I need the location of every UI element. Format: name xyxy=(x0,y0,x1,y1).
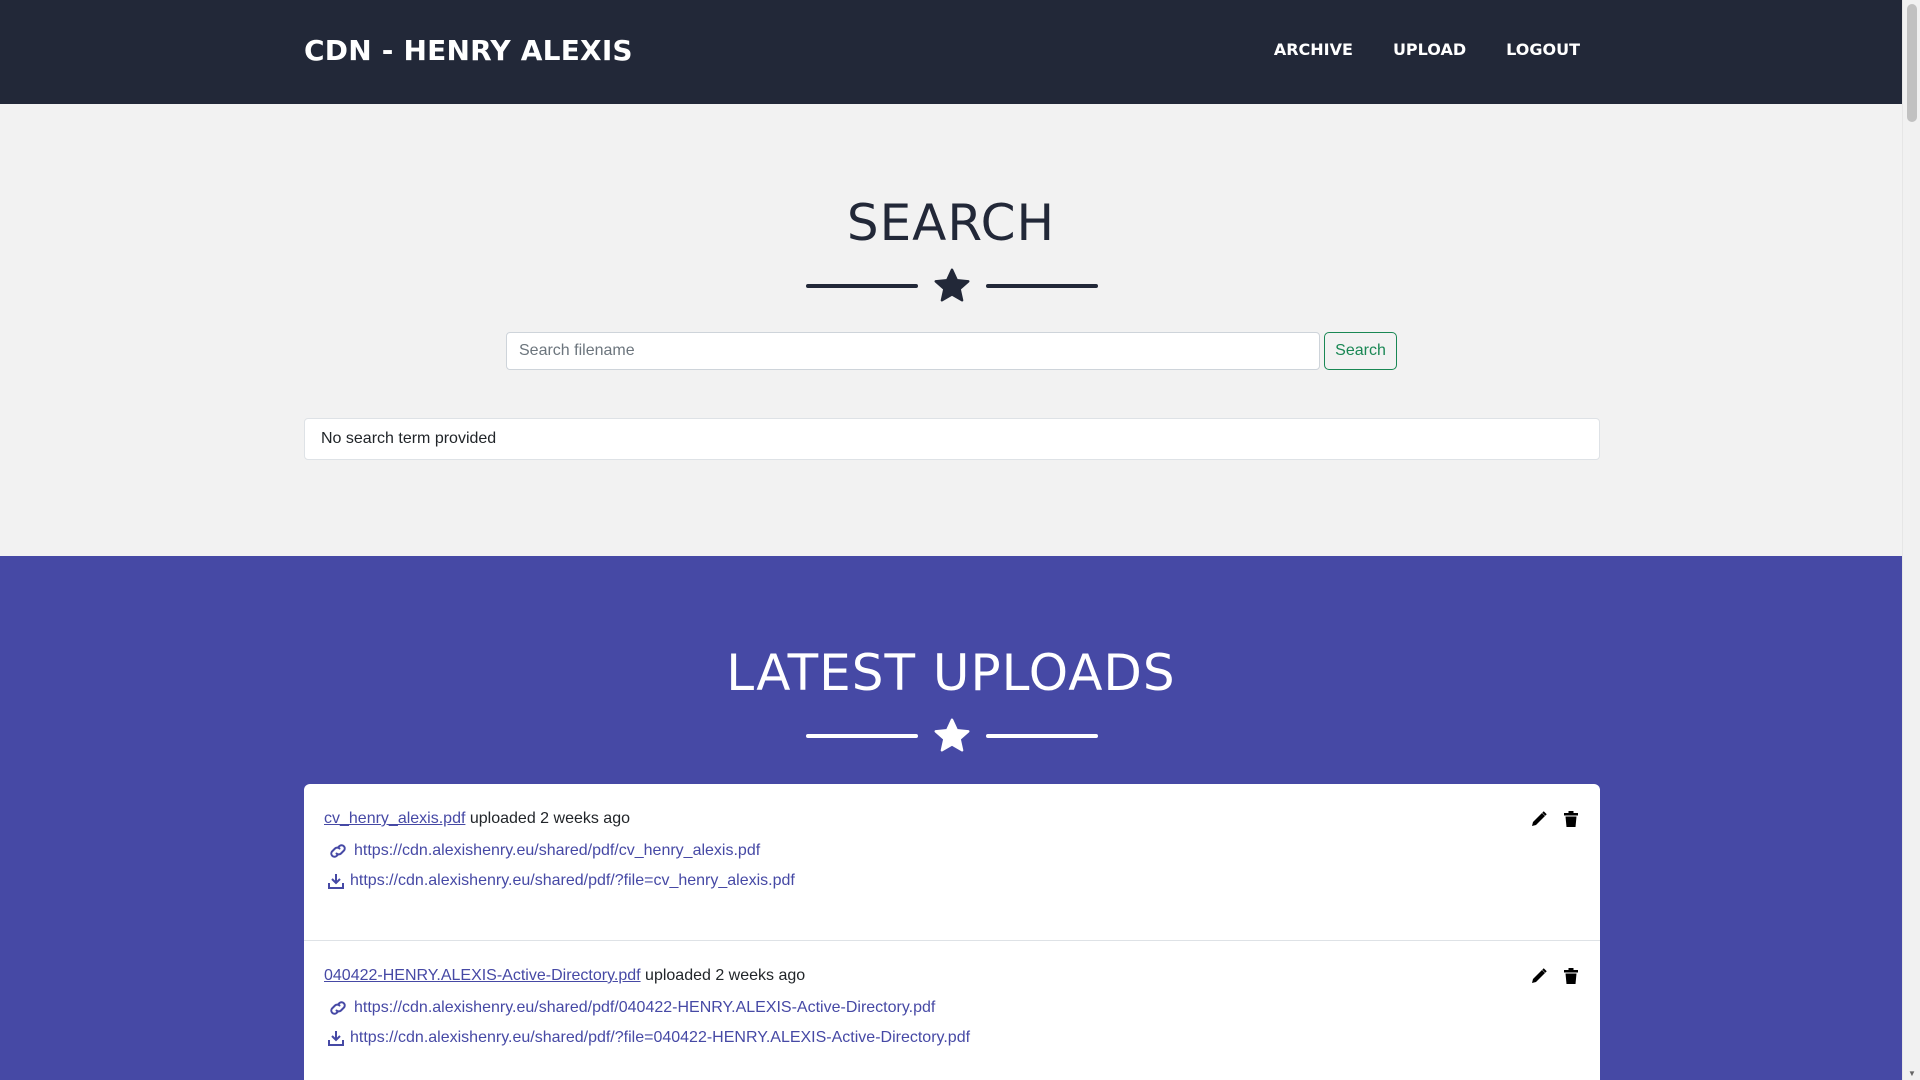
edit-icon[interactable] xyxy=(1530,967,1548,985)
nav-link-upload[interactable]: UPLOAD xyxy=(1393,40,1466,59)
divider-line-left xyxy=(806,284,918,288)
uploads-section: LATEST UPLOADS cv_henry_alexis.pdf uploa… xyxy=(0,556,1902,1080)
site-brand[interactable]: CDN - HENRY ALEXIS xyxy=(304,34,633,67)
share-link-row: https://cdn.alexishenry.eu/shared/pdf/cv… xyxy=(328,842,1580,860)
uploads-divider xyxy=(806,716,1098,756)
uploads-title: LATEST UPLOADS xyxy=(726,644,1176,702)
upload-time: uploaded 2 weeks ago xyxy=(469,810,630,827)
divider-line-right xyxy=(986,284,1098,288)
edit-icon[interactable] xyxy=(1530,810,1548,828)
star-icon xyxy=(934,718,970,752)
download-link-row: https://cdn.alexishenry.eu/shared/pdf/?f… xyxy=(328,872,1580,890)
nav-link-logout[interactable]: LOGOUT xyxy=(1506,40,1580,59)
search-result-message: No search term provided xyxy=(304,418,1600,460)
link-icon xyxy=(330,1001,346,1015)
file-name-link[interactable]: cv_henry_alexis.pdf xyxy=(324,810,465,827)
uploads-list: cv_henry_alexis.pdf uploaded 2 weeks ago… xyxy=(304,784,1600,1080)
trash-icon[interactable] xyxy=(1562,810,1580,828)
file-name-link[interactable]: 040422-HENRY.ALEXIS-Active-Directory.pdf xyxy=(324,967,641,984)
search-button[interactable]: Search xyxy=(1324,332,1397,370)
download-link-row: https://cdn.alexishenry.eu/shared/pdf/?f… xyxy=(328,1029,1580,1047)
download-icon xyxy=(328,874,344,889)
upload-header: cv_henry_alexis.pdf uploaded 2 weeks ago xyxy=(324,810,1580,828)
search-title: SEARCH xyxy=(846,194,1056,252)
divider-line-left xyxy=(806,734,918,738)
search-form: Search xyxy=(506,332,1397,370)
share-url-link[interactable]: https://cdn.alexishenry.eu/shared/pdf/cv… xyxy=(354,842,760,860)
download-url-link[interactable]: https://cdn.alexishenry.eu/shared/pdf/?f… xyxy=(350,872,795,890)
share-url-link[interactable]: https://cdn.alexishenry.eu/shared/pdf/04… xyxy=(354,999,935,1017)
nav-link-archive[interactable]: ARCHIVE xyxy=(1274,40,1353,59)
navbar: CDN - HENRY ALEXIS ARCHIVE UPLOAD LOGOUT xyxy=(0,0,1902,104)
nav-links: ARCHIVE UPLOAD LOGOUT xyxy=(1274,40,1580,59)
link-icon xyxy=(330,844,346,858)
upload-actions xyxy=(1530,810,1580,828)
share-link-row: https://cdn.alexishenry.eu/shared/pdf/04… xyxy=(328,999,1580,1017)
search-section: SEARCH Search No search term provided xyxy=(0,104,1902,556)
trash-icon[interactable] xyxy=(1562,967,1580,985)
upload-item: 040422-HENRY.ALEXIS-Active-Directory.pdf… xyxy=(304,941,1600,1080)
download-url-link[interactable]: https://cdn.alexishenry.eu/shared/pdf/?f… xyxy=(350,1029,970,1047)
upload-time: uploaded 2 weeks ago xyxy=(645,967,806,984)
download-icon xyxy=(328,1031,344,1046)
scroll-down-icon[interactable]: ▼ xyxy=(1908,1069,1916,1078)
upload-item: cv_henry_alexis.pdf uploaded 2 weeks ago… xyxy=(304,784,1600,941)
star-icon xyxy=(934,268,970,302)
upload-actions xyxy=(1530,967,1580,985)
divider-line-right xyxy=(986,734,1098,738)
upload-header: 040422-HENRY.ALEXIS-Active-Directory.pdf… xyxy=(324,967,1580,985)
search-input[interactable] xyxy=(506,332,1320,370)
search-divider xyxy=(806,266,1098,306)
scrollbar-thumb[interactable] xyxy=(1907,4,1917,122)
page-scrollbar[interactable]: ▼ xyxy=(1902,0,1920,1080)
